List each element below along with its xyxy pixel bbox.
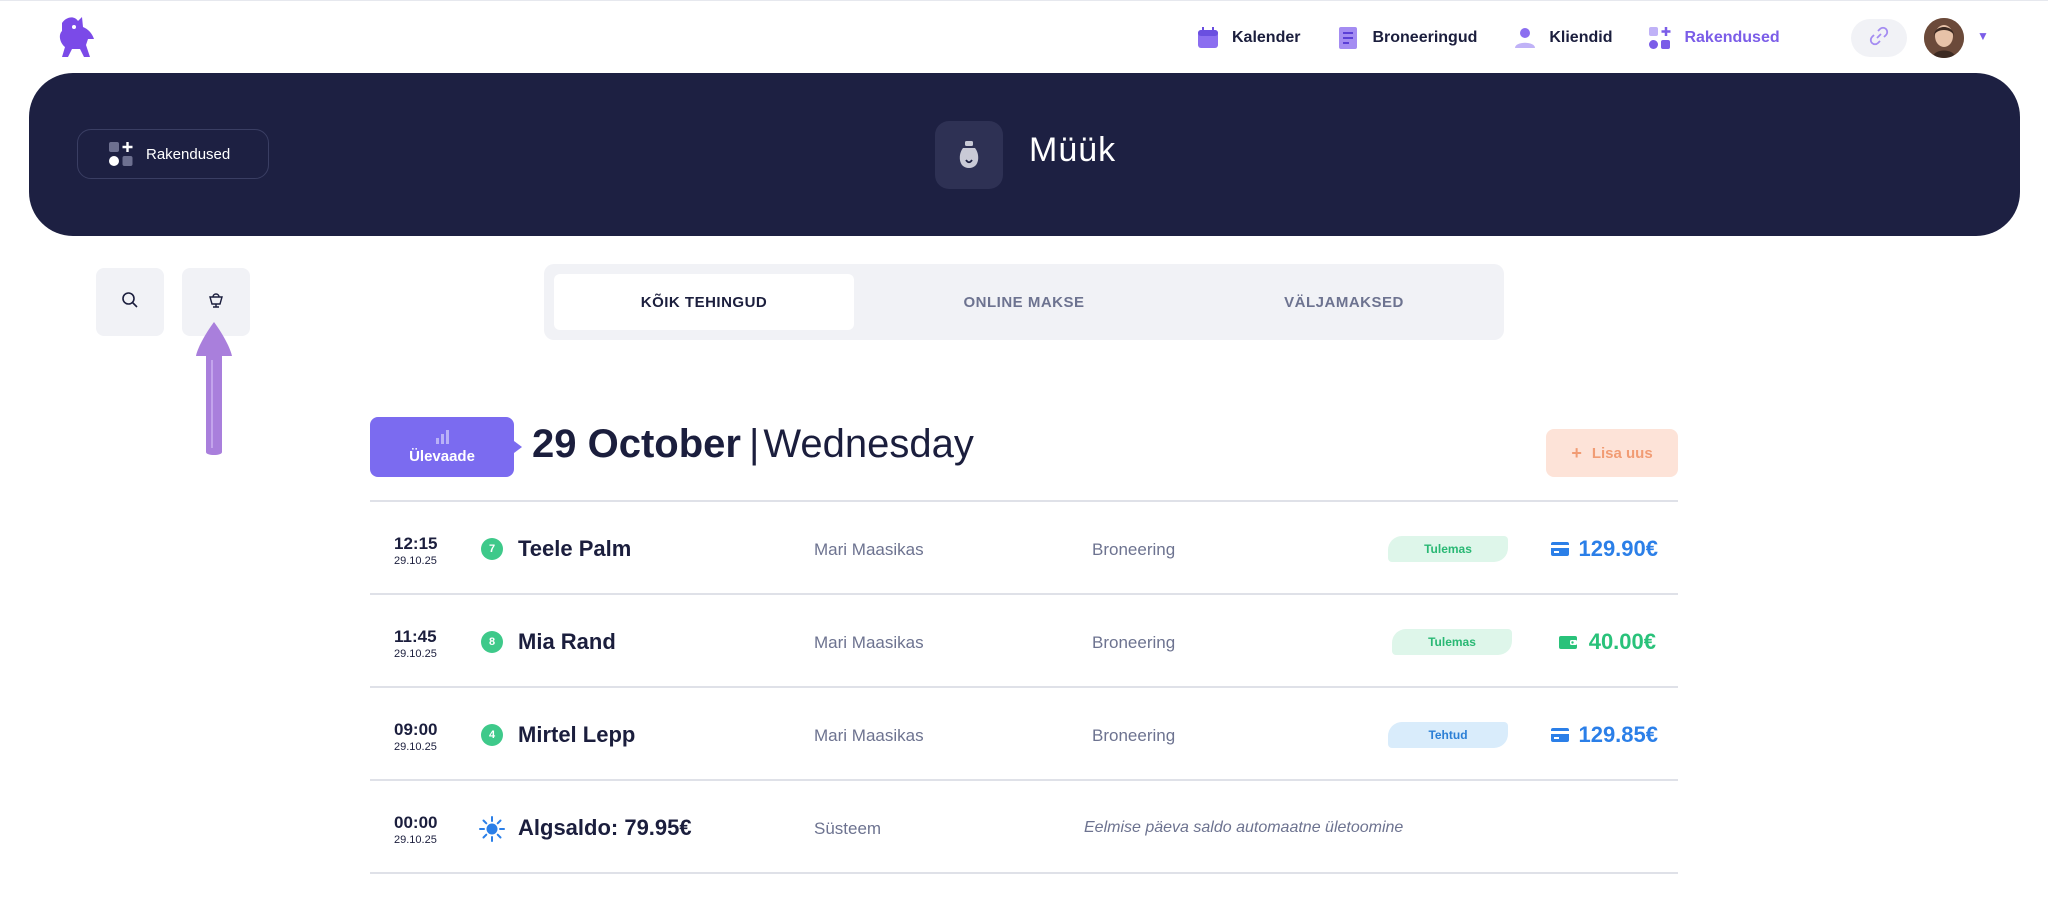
status-badge: Tulemas <box>1388 536 1508 562</box>
calendar-icon <box>1196 26 1220 50</box>
visit-count-badge: 4 <box>481 724 503 746</box>
transactions-table: 12:15 29.10.25 7 Teele Palm Mari Maasika… <box>370 500 1678 874</box>
treasure-icon <box>207 291 225 314</box>
day-heading: 29 October | Wednesday <box>532 422 974 467</box>
transaction-type: Broneering <box>1092 633 1176 652</box>
clients-icon <box>1513 26 1537 50</box>
bar-chart-icon <box>434 429 450 448</box>
link-icon <box>1869 26 1889 51</box>
tab-payouts[interactable]: VÄLJAMAKSED <box>1194 274 1494 330</box>
client-name: Teele Palm <box>518 536 632 561</box>
status-badge: Tulemas <box>1392 629 1512 655</box>
nav-apps[interactable]: Rakendused <box>1648 26 1780 50</box>
nav-apps-label: Rakendused <box>1684 29 1780 46</box>
bookings-icon <box>1336 26 1360 50</box>
transaction-tabs: KÕIK TEHINGUD ONLINE MAKSE VÄLJAMAKSED <box>544 264 1504 340</box>
tab-all-transactions[interactable]: KÕIK TEHINGUD <box>554 274 854 330</box>
wallet-icon <box>1558 633 1578 651</box>
table-row[interactable]: 12:15 29.10.25 7 Teele Palm Mari Maasika… <box>370 502 1678 595</box>
client-name: Mirtel Lepp <box>518 722 636 747</box>
apps-icon <box>108 141 134 167</box>
nav-clients-label: Kliendid <box>1549 29 1613 46</box>
card-icon <box>1550 540 1570 558</box>
nav-bookings-label: Broneeringud <box>1372 29 1478 46</box>
top-navigation: Kalender Broneeringud Kliendid Rakenduse… <box>0 0 2048 74</box>
staff-name: Mari Maasikas <box>814 726 924 745</box>
money-bag-icon <box>935 121 1003 189</box>
sun-icon <box>478 815 506 843</box>
nav-clients[interactable]: Kliendid <box>1513 26 1612 50</box>
page-title: Müük <box>1029 131 1117 169</box>
copy-link-button[interactable] <box>1851 19 1907 57</box>
row-time: 11:45 <box>394 627 437 646</box>
nav-bookings[interactable]: Broneeringud <box>1336 26 1477 50</box>
overview-button[interactable]: Ülevaade <box>370 417 522 477</box>
page-header-banner: Rakendused Müük <box>29 73 2020 236</box>
row-date: 29.10.25 <box>394 555 437 567</box>
day-separator: | <box>748 422 760 466</box>
chevron-down-icon[interactable]: ▼ <box>1977 29 1989 43</box>
status-badge: Tehtud <box>1388 722 1508 748</box>
plus-icon: + <box>1571 442 1582 463</box>
balance-carryover-note: Eelmise päeva saldo automaatne ületoomin… <box>1084 819 1404 836</box>
opening-balance-label: Algsaldo: 79.95€ <box>518 815 692 840</box>
search-icon <box>121 291 139 314</box>
transaction-amount: 129.85€ <box>1578 722 1658 747</box>
staff-name: Mari Maasikas <box>814 540 924 559</box>
visit-count-badge: 8 <box>481 631 503 653</box>
row-time: 09:00 <box>394 720 438 739</box>
opening-balance-row[interactable]: 00:00 29.10.25 Algsaldo: 79.95€ Süsteem … <box>370 781 1678 874</box>
tab-online-payments[interactable]: ONLINE MAKSE <box>874 274 1174 330</box>
row-date: 29.10.25 <box>394 834 437 846</box>
row-time: 00:00 <box>394 813 438 832</box>
transaction-type: Broneering <box>1092 540 1176 559</box>
add-new-button[interactable]: + Lisa uus <box>1546 429 1678 477</box>
card-icon <box>1550 726 1570 744</box>
overview-label: Ülevaade <box>409 447 475 465</box>
row-time: 12:15 <box>394 534 438 553</box>
brand-logo[interactable] <box>52 13 102 63</box>
transaction-amount: 129.90€ <box>1578 536 1658 561</box>
nav-calendar-label: Kalender <box>1232 29 1301 46</box>
nav-calendar[interactable]: Kalender <box>1196 26 1300 50</box>
staff-name: Mari Maasikas <box>814 633 924 652</box>
day-weekday: Wednesday <box>763 422 974 466</box>
search-button[interactable] <box>96 268 164 336</box>
table-row[interactable]: 11:45 29.10.25 8 Mia Rand Mari Maasikas … <box>370 595 1678 688</box>
add-new-label: Lisa uus <box>1591 444 1653 462</box>
day-date: 29 October <box>532 422 741 466</box>
visit-count-badge: 7 <box>481 538 503 560</box>
apps-icon <box>1648 26 1672 50</box>
table-row[interactable]: 09:00 29.10.25 4 Mirtel Lepp Mari Maasik… <box>370 688 1678 781</box>
back-to-apps-button[interactable]: Rakendused <box>77 129 269 179</box>
client-name: Mia Rand <box>518 629 616 654</box>
row-date: 29.10.25 <box>394 741 437 753</box>
back-to-apps-label: Rakendused <box>146 145 231 163</box>
transaction-amount: 40.00€ <box>1588 629 1656 654</box>
transaction-type: Broneering <box>1092 726 1176 745</box>
pointer-arrow-indicator <box>192 320 236 460</box>
main-nav: Kalender Broneeringud Kliendid Rakenduse… <box>1196 23 1816 53</box>
system-label: Süsteem <box>814 819 882 838</box>
row-date: 29.10.25 <box>394 648 437 660</box>
user-avatar[interactable] <box>1924 18 1964 58</box>
